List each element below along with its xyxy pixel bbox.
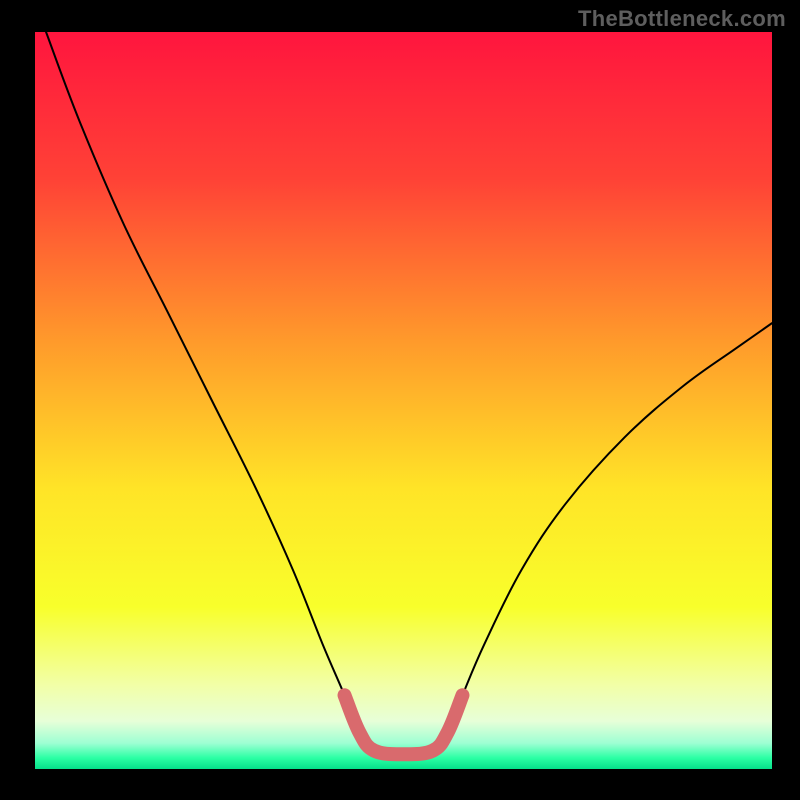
chart-canvas [0, 0, 800, 800]
plot-background [35, 32, 772, 769]
chart-stage: TheBottleneck.com [0, 0, 800, 800]
